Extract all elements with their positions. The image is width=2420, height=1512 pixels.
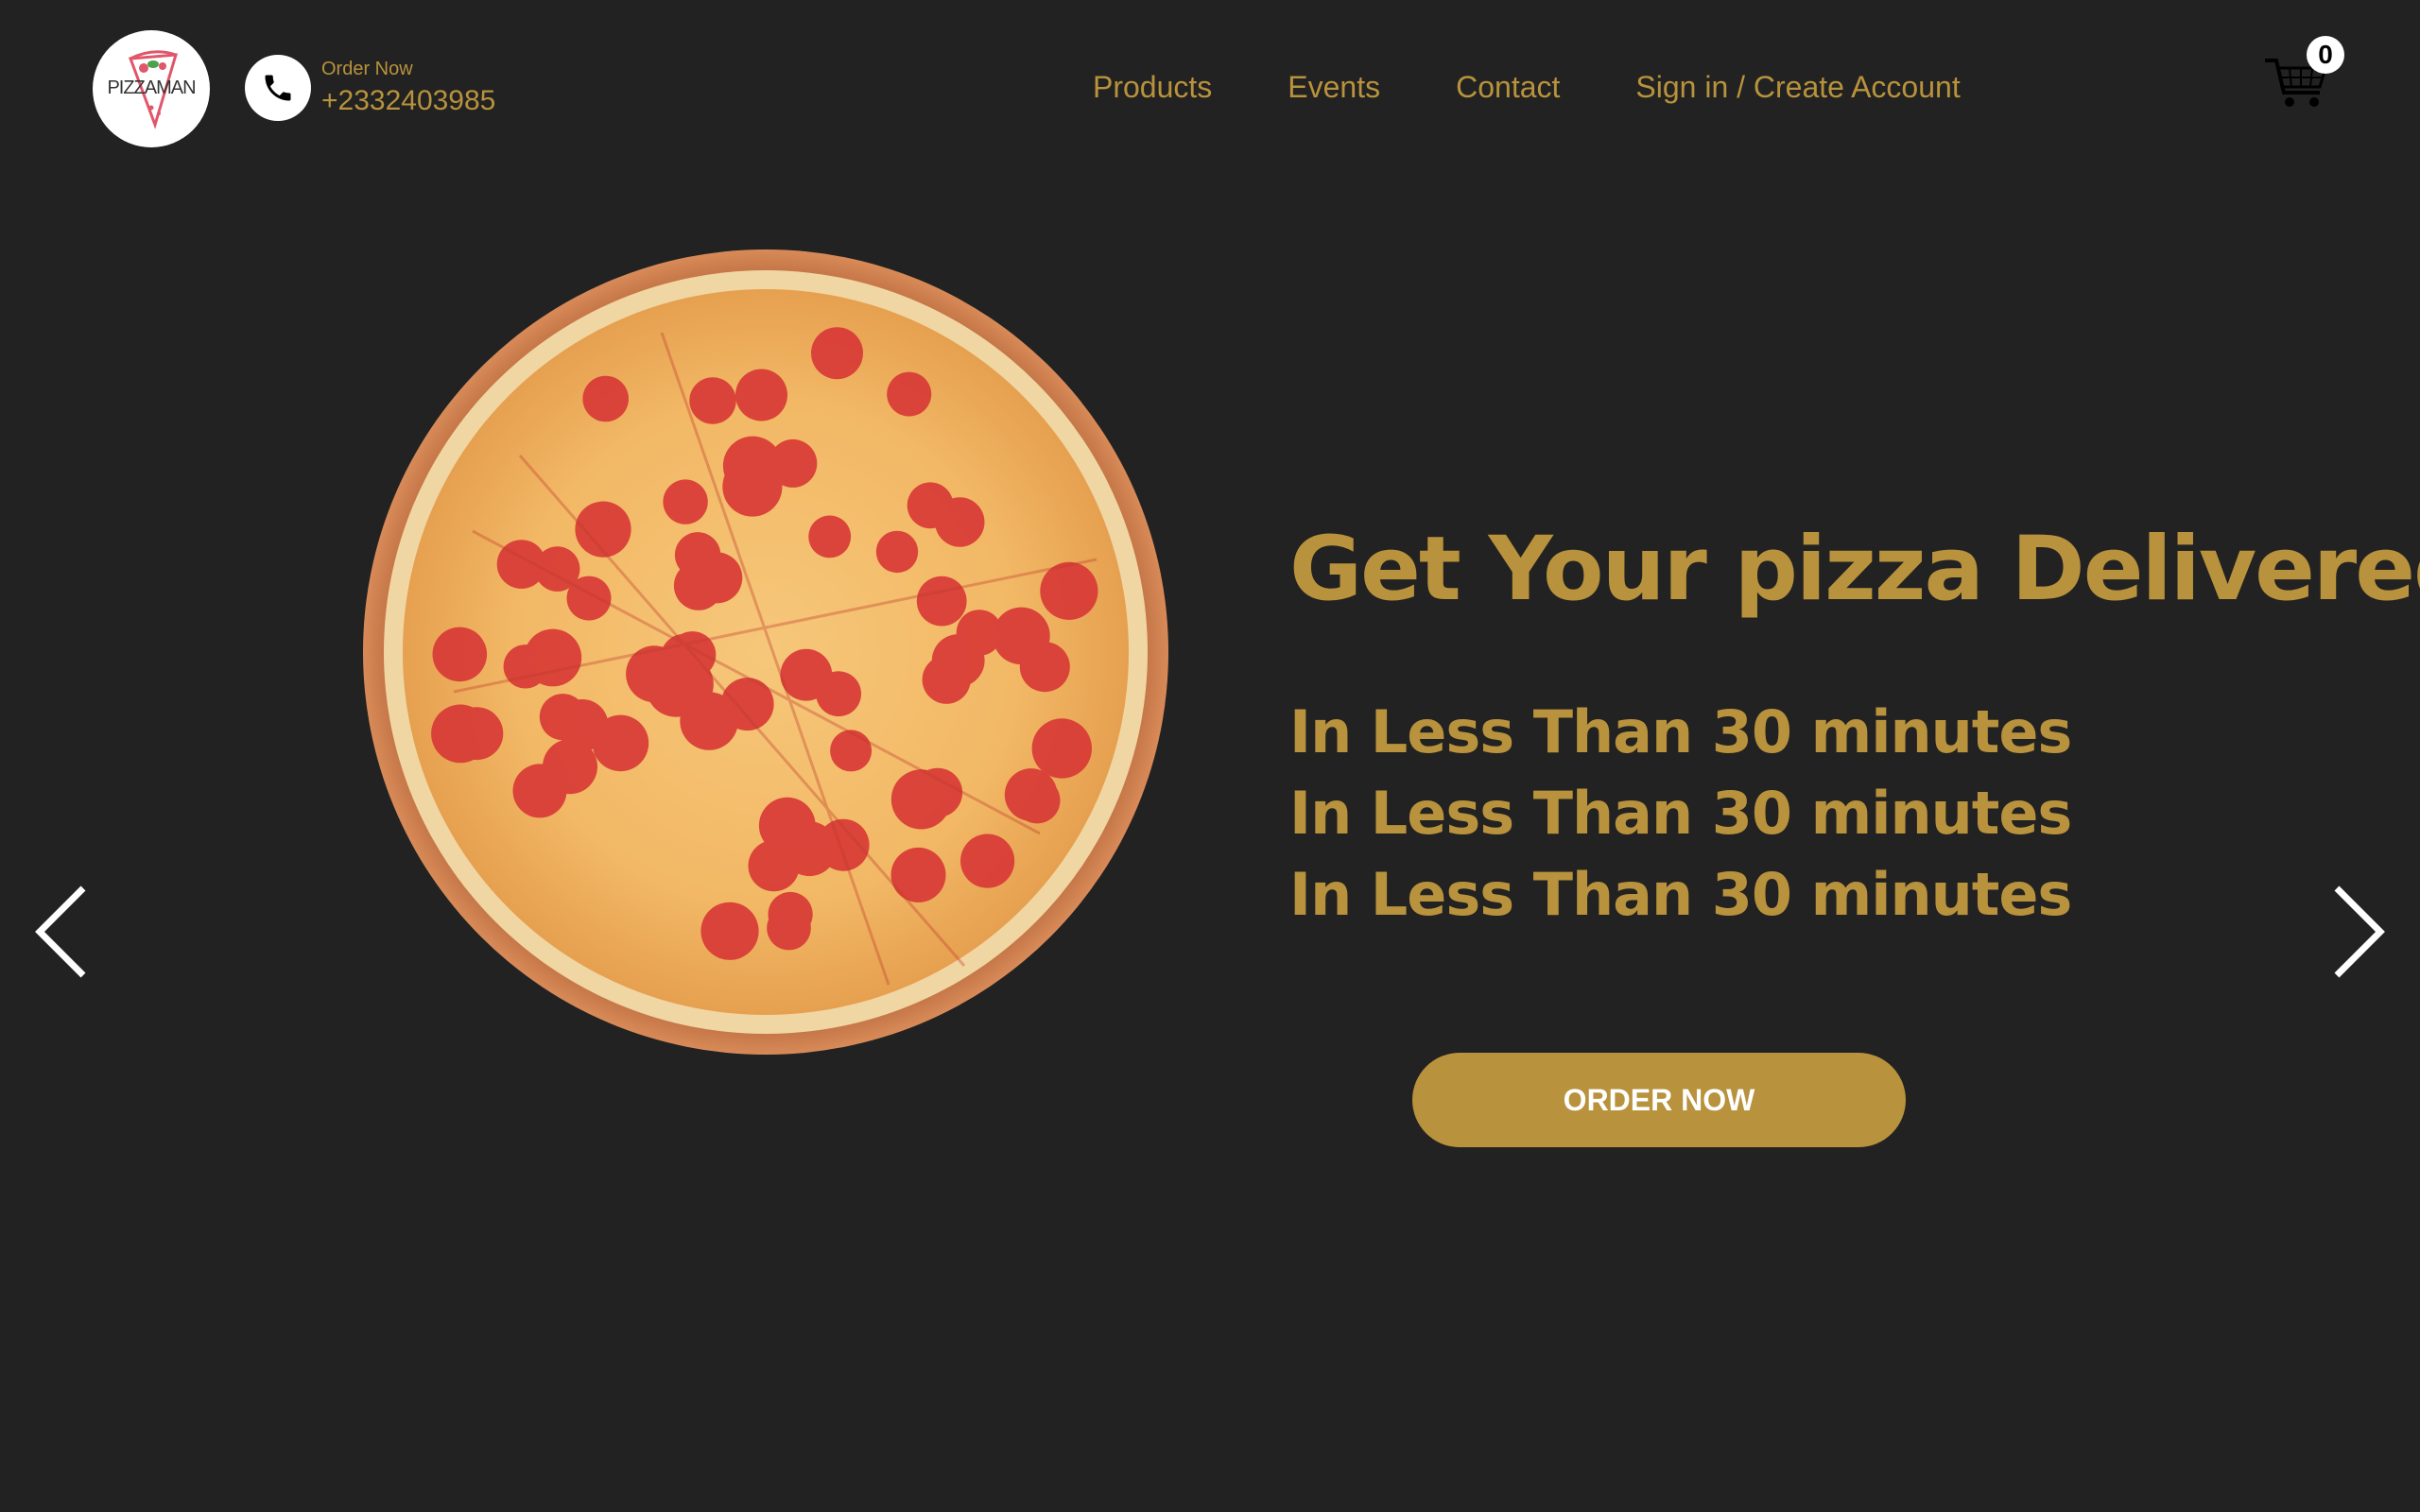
- pepperoni-slice: [1040, 561, 1098, 620]
- hero-title: Get Your pizza Delivered: [1289, 518, 2420, 621]
- pepperoni-slice: [653, 654, 714, 714]
- pepperoni-slice: [1031, 718, 1092, 779]
- pepperoni-slice: [935, 497, 985, 547]
- pepperoni-slice: [912, 767, 963, 817]
- pepperoni-slice: [566, 576, 612, 621]
- pepperoni-slice: [1013, 777, 1061, 824]
- pepperoni-slice: [722, 436, 783, 496]
- pepperoni-slice: [931, 634, 985, 687]
- logo-text: PIZZAMAN: [107, 77, 196, 98]
- pepperoni-slice: [830, 730, 873, 772]
- main-nav: Products Events Contact Sign in / Create…: [1093, 70, 1961, 105]
- pepperoni-slice: [700, 902, 759, 960]
- chevron-right-icon[interactable]: [2327, 885, 2388, 979]
- nav-link-sign-in[interactable]: Sign in / Create Account: [1635, 70, 1960, 105]
- pepperoni-slice: [689, 377, 736, 424]
- pepperoni-slice: [887, 371, 932, 417]
- phone-number[interactable]: +2332403985: [321, 85, 495, 117]
- pepperoni-slice: [431, 704, 490, 764]
- nav-link-events[interactable]: Events: [1288, 70, 1380, 105]
- pepperoni-slice: [875, 530, 919, 574]
- pepperoni-slice: [767, 905, 811, 951]
- pepperoni-slice: [720, 678, 774, 731]
- pepperoni-slice: [993, 607, 1050, 665]
- pepperoni-slice: [735, 369, 787, 421]
- order-now-label: Order Now: [321, 59, 413, 79]
- pepperoni-slice: [811, 327, 863, 380]
- pepperoni-slice: [960, 833, 1015, 888]
- pizza-image: [363, 249, 1168, 1055]
- pepperoni-slice: [524, 628, 582, 687]
- order-now-button[interactable]: ORDER NOW: [1412, 1053, 1906, 1147]
- pizzaman-logo[interactable]: PIZZAMAN: [93, 30, 210, 147]
- hero-subtitle-lines: In Less Than 30 minutes In Less Than 30 …: [1289, 692, 2072, 936]
- nav-link-products[interactable]: Products: [1093, 70, 1212, 105]
- pepperoni-slice: [808, 515, 852, 558]
- pepperoni-slice: [916, 576, 967, 627]
- pepperoni-slice: [816, 671, 861, 717]
- page: PIZZAMAN Order Now +2332403985 Products …: [0, 0, 2420, 1512]
- hero-line: In Less Than 30 minutes: [1289, 860, 2072, 929]
- pepperoni-slice: [890, 847, 946, 902]
- pepperoni-slice: [663, 479, 708, 524]
- pepperoni-slice: [543, 739, 597, 795]
- pepperoni-slice: [582, 375, 629, 422]
- pepperoni-slice: [432, 627, 488, 682]
- cart-count-badge: 0: [2307, 36, 2344, 74]
- phone-button[interactable]: [245, 55, 311, 121]
- hero-line: In Less Than 30 minutes: [1289, 779, 2072, 848]
- pepperoni-slice: [673, 560, 723, 610]
- pepperoni-slice: [758, 797, 816, 854]
- phone-icon: [265, 75, 291, 101]
- hero-line: In Less Than 30 minutes: [1289, 697, 2072, 766]
- chevron-left-icon[interactable]: [32, 885, 93, 979]
- nav-link-contact[interactable]: Contact: [1456, 70, 1560, 105]
